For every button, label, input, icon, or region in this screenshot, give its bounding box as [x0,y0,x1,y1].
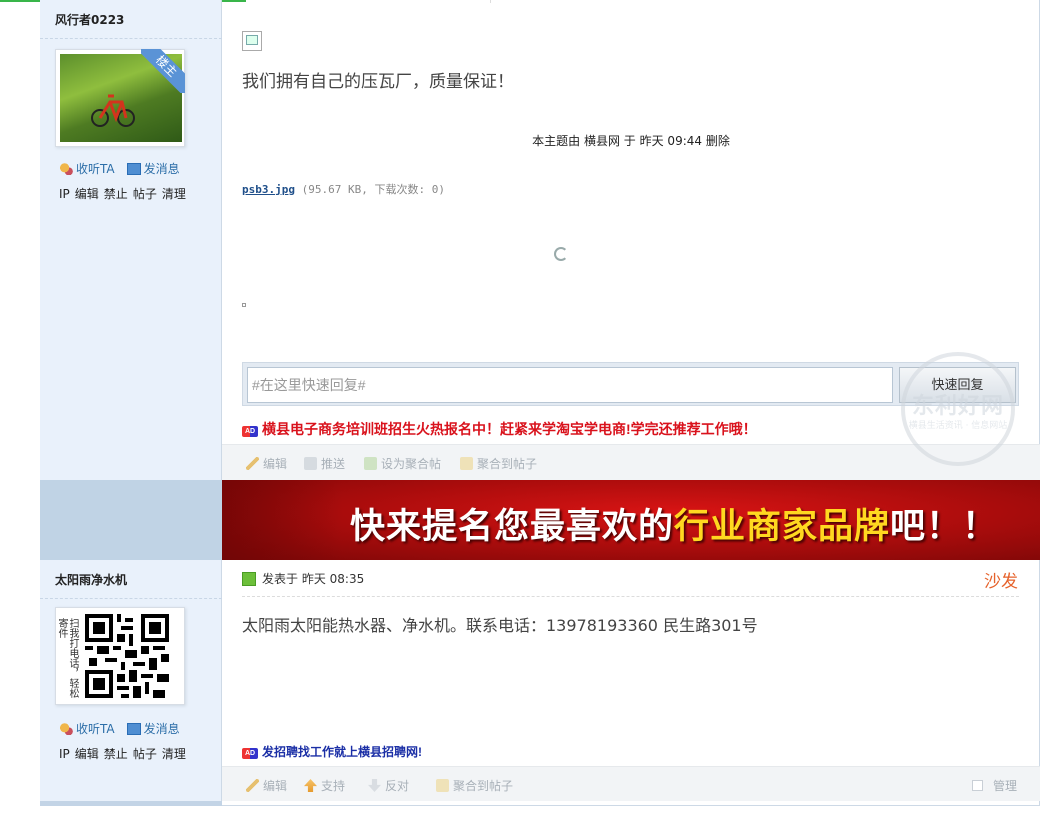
ad-badge-icon: AD [242,748,258,759]
site-watermark: 东利好网 横县生活资讯 · 信息网站 [893,350,1023,470]
ad-badge-icon: AD [242,426,258,437]
banner-text-after: 吧！！ [890,507,999,546]
post-message: 太阳雨太阳能热水器、净水机。联系电话：13978193360 民生路301号 [242,616,758,635]
thumbs-down-icon [368,779,381,792]
floor-label[interactable]: 沙发 [984,567,1018,592]
edit-button[interactable]: 编辑 [246,777,287,794]
edit-label: 编辑 [263,779,288,793]
set-aggregate-label: 设为聚合帖 [381,457,442,471]
bicycle-icon [91,94,135,127]
post-2: 发表于 昨天 08:35 沙发 太阳雨太阳能热水器、净水机。联系电话：13978… [222,560,1040,766]
banner-text: 快来提名您最喜欢的行业商家品牌吧！！ [350,498,998,549]
support-button[interactable]: 支持 [304,777,345,794]
merge-icon [460,457,473,470]
admin-edit-link[interactable]: 编辑 [75,747,99,761]
thread-starter-ribbon: 楼主 [141,49,185,93]
qr-code-icon [85,614,169,698]
moderation-note: 本主题由 横县网 于 昨天 09:44 删除 [532,134,730,148]
follow-icon [59,723,73,735]
post-timestamp-label: 发表于 昨天 08:35 [262,572,365,586]
manage-checkbox[interactable] [972,780,983,791]
follow-label: 收听TA [76,722,115,736]
merge-to-post-label: 聚合到帖子 [453,779,514,793]
banner-side-band [40,480,222,560]
banner-text-before: 快来提名您最喜欢的 [350,507,675,546]
send-message-label: 发消息 [143,722,180,736]
oppose-label: 反对 [385,779,410,793]
admin-posts-link[interactable]: 帖子 [133,187,157,201]
push-icon [304,457,317,470]
set-aggregate-button[interactable]: 设为聚合帖 [364,455,441,472]
author-sidebar-1: 风行者0223 楼主 收听TA 发消息 IP 编辑 禁止 帖子 清理 [40,0,222,480]
post-message: 我们拥有自己的压瓦厂，质量保证！ [242,72,514,92]
divider [242,596,1019,597]
attachment: psb3.jpg (95.67 KB, 下载次数: 0) [242,181,445,197]
watermark-title: 东利好网 [911,393,1004,418]
text-ad-2[interactable]: AD 发招聘找工作就上横县招聘网! [242,743,422,760]
broken-image-icon [242,31,262,51]
push-label: 推送 [321,457,346,471]
divider [40,38,222,39]
promo-banner[interactable]: 快来提名您最喜欢的行业商家品牌吧！！ [222,480,1040,560]
admin-ip-link[interactable]: IP [59,747,70,761]
edit-button[interactable]: 编辑 [246,455,287,472]
oppose-button[interactable]: 反对 [368,777,409,794]
admin-clean-link[interactable]: 清理 [162,747,186,761]
follow-label: 收听TA [76,162,115,176]
banner-text-highlight: 行业商家品牌 [674,507,891,546]
mail-icon [126,163,141,175]
attachment-link[interactable]: psb3.jpg [242,183,295,196]
send-message-label: 发消息 [143,162,180,176]
follow-icon [59,163,73,175]
push-button[interactable]: 推送 [304,455,345,472]
text-ad-1[interactable]: AD 横县电子商务培训班招生火热报名中！赶紧来学淘宝学电商!学完还推荐工作哦！ [242,419,757,439]
admin-links: IP 编辑 禁止 帖子 清理 [59,185,191,202]
manage-label: 管理 [993,779,1018,793]
follow-button[interactable]: 收听TA [59,720,115,737]
attachment-meta: (95.67 KB, 下载次数: 0) [301,183,445,196]
support-label: 支持 [321,779,346,793]
merge-to-post-button[interactable]: 聚合到帖子 [436,777,513,794]
admin-ip-link[interactable]: IP [59,187,70,201]
pencil-icon [246,457,259,470]
author-name[interactable]: 风行者0223 [55,11,124,28]
aggregate-icon [364,457,377,470]
admin-posts-link[interactable]: 帖子 [133,747,157,761]
loading-spinner-icon [554,247,568,261]
send-message-button[interactable]: 发消息 [126,720,180,737]
thumbs-up-icon [304,779,317,792]
merge-to-post-label: 聚合到帖子 [477,457,538,471]
sidebar-footer-band [40,801,222,806]
post-timestamp: 发表于 昨天 08:35 [242,570,364,587]
avatar[interactable]: 楼主 [55,49,185,147]
bullet-icon [242,303,246,307]
text-ad-1-label: 横县电子商务培训班招生火热报名中！赶紧来学淘宝学电商!学完还推荐工作哦！ [262,421,757,437]
ribbon-label: 楼主 [141,49,185,93]
admin-edit-link[interactable]: 编辑 [75,187,99,201]
admin-links: IP 编辑 禁止 帖子 清理 [59,745,191,762]
qr-caption: 扫我打电话，轻松寄件 [56,618,78,698]
post-2-toolbar: 编辑 支持 反对 聚合到帖子 管理 [222,766,1040,801]
author-sidebar-2: 太阳雨净水机 扫我打电话，轻松寄件 收听TA 发消息 IP 编辑 禁止 帖子 清理 [40,560,222,801]
watermark-subtitle: 横县生活资讯 · 信息网站 [908,421,1008,431]
avatar[interactable]: 扫我打电话，轻松寄件 [55,607,185,705]
quick-reply-input[interactable]: #在这里快速回复# [247,367,893,403]
mail-icon [126,723,141,735]
author-name[interactable]: 太阳雨净水机 [55,571,127,588]
manage-toggle[interactable]: 管理 [972,777,1017,794]
divider [40,598,222,599]
follow-button[interactable]: 收听TA [59,160,115,177]
admin-clean-link[interactable]: 清理 [162,187,186,201]
author-actions: 收听TA 发消息 [59,160,192,177]
author-actions: 收听TA 发消息 [59,720,192,737]
user-icon [242,572,256,586]
edit-label: 编辑 [263,457,288,471]
merge-icon [436,779,449,792]
text-ad-2-label: 发招聘找工作就上横县招聘网! [262,745,422,759]
admin-ban-link[interactable]: 禁止 [104,747,128,761]
pencil-icon [246,779,259,792]
admin-ban-link[interactable]: 禁止 [104,187,128,201]
merge-to-post-button[interactable]: 聚合到帖子 [460,455,537,472]
send-message-button[interactable]: 发消息 [126,160,180,177]
